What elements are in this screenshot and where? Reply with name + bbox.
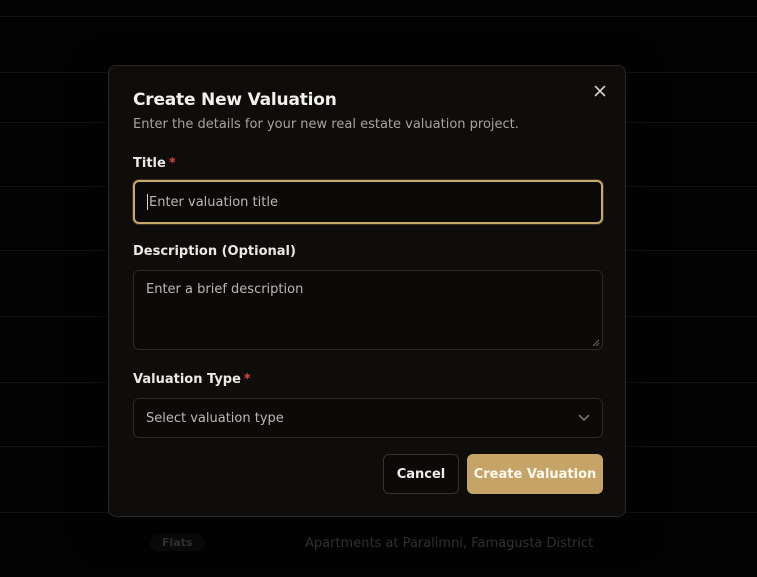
create-valuation-dialog: Create New Valuation Enter the details f… [108,65,626,517]
resize-handle-icon[interactable] [592,339,600,347]
property-location: Apartments at Paralimni, Famagusta Distr… [305,536,594,551]
valuation-type-label: Valuation Type * [133,372,251,387]
close-button[interactable] [589,80,611,102]
property-type-badge: Flats [150,534,205,551]
text-caret [147,194,148,210]
cancel-button[interactable]: Cancel [383,454,459,494]
description-textarea[interactable]: Enter a brief description [133,270,603,350]
create-valuation-button[interactable]: Create Valuation [467,454,603,494]
valuation-type-select[interactable]: Select valuation type [133,398,603,438]
valuation-type-selected: Select valuation type [146,410,284,426]
description-placeholder: Enter a brief description [146,282,304,297]
required-marker: * [168,156,176,171]
title-label-text: Title [133,156,166,171]
title-label: Title * [133,156,176,171]
close-icon [594,85,606,97]
title-input[interactable]: Enter valuation title [133,180,603,224]
dialog-title: Create New Valuation [133,90,337,110]
valuation-type-label-text: Valuation Type [133,372,241,387]
required-marker: * [243,372,251,387]
description-label: Description (Optional) [133,244,296,259]
table-row-divider [0,16,757,17]
dialog-subtitle: Enter the details for your new real esta… [133,117,519,132]
title-input-placeholder: Enter valuation title [149,194,278,210]
chevron-down-icon [578,414,590,421]
